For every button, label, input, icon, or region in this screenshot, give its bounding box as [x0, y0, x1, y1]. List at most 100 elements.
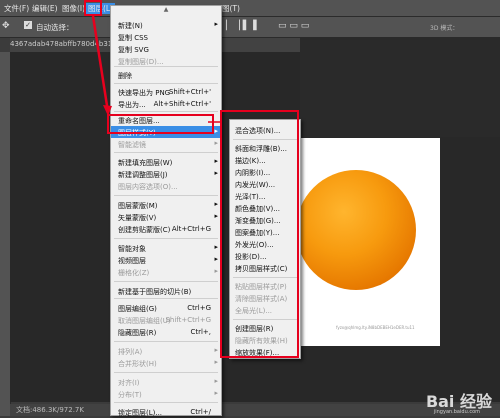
submenu-arrow-icon: ▸ [214, 169, 218, 177]
menu-item-label: 新建基于图层的切片(B) [118, 288, 192, 296]
menu-item-label: 锁定图层(L)... [118, 409, 163, 417]
menu-separator [114, 281, 218, 282]
layer-menu-item[interactable]: 复制 SVG [111, 43, 221, 55]
menu-item-label: 图层内容选项(O)... [118, 183, 178, 191]
checkbox-icon[interactable]: ✓ [24, 21, 32, 29]
3d-mode-label: 3D 模式： [430, 25, 459, 32]
menu-item-shortcut: Alt+Ctrl+G [171, 225, 211, 233]
menu-item-label: 栅格化(Z) [118, 269, 150, 277]
layer-menu-item[interactable]: 快速导出为 PNG Shift+Ctrl+' [111, 86, 221, 98]
menu-text[interactable]: 图(T) [222, 3, 240, 14]
menu-file[interactable]: 文件(F) [4, 3, 29, 14]
move-tool-icon[interactable]: ✥ [2, 21, 10, 31]
layer-menu-item[interactable]: 图层编组(G) Ctrl+G [111, 302, 221, 314]
layer-menu-item[interactable]: 新建(N) ▸ [111, 19, 221, 31]
menu-item-label: 对齐(I) [118, 379, 140, 387]
layer-menu-item[interactable]: 图层内容选项(O)... [111, 180, 221, 192]
submenu-arrow-icon: ▸ [214, 157, 218, 165]
submenu-arrow-icon: ▸ [214, 243, 218, 251]
menu-item-shortcut: Shift+Ctrl+G [165, 316, 211, 324]
submenu-arrow-icon: ▸ [214, 20, 218, 28]
submenu-arrow-icon: ▸ [214, 200, 218, 208]
menu-item-label: 导出为... [118, 101, 146, 109]
menu-item-label: 新建调整图层(J) [118, 171, 168, 179]
menu-item-label: 分布(T) [118, 391, 142, 399]
menu-bar: 文件(F) 编辑(E) 图像(I) 图层(L) 图(T) [0, 0, 500, 17]
layer-menu-item[interactable]: 删除 [111, 69, 221, 81]
layer-menu-item[interactable]: 创建剪贴蒙版(C) Alt+Ctrl+G [111, 223, 221, 235]
canvas-dark-region [300, 37, 500, 137]
options-bar: ✥ ✓ 自动选择： ▏▕ ▌▐ ▭ ▭ ▭ 3D 模式： [0, 17, 500, 38]
layer-menu-item[interactable]: 复制 CSS [111, 31, 221, 43]
menu-separator [114, 238, 218, 239]
layer-menu-item[interactable]: 排列(A) ▸ [111, 345, 221, 357]
menu-separator [114, 195, 218, 196]
submenu-arrow-icon: ▸ [214, 212, 218, 220]
annotation-box-layer-style [107, 114, 214, 134]
menu-item-label: 创建剪贴蒙版(C) [118, 226, 171, 234]
layer-menu-item[interactable]: 视频图层 ▸ [111, 254, 221, 266]
align-icons[interactable]: ▏▕ ▌▐ [226, 21, 257, 31]
menu-item-label: 隐藏图层(R) [118, 329, 157, 337]
layer-menu-item[interactable]: 取消图层编组(U) Shift+Ctrl+G [111, 314, 221, 326]
menu-item-label: 合并形状(H) [118, 360, 157, 368]
menu-item-label: 智能滤镜 [118, 141, 146, 149]
annotation-box-menu-layer [84, 0, 102, 16]
layer-menu-item[interactable]: 智能对象 ▸ [111, 242, 221, 254]
menu-item-shortcut: Ctrl+, [190, 328, 211, 336]
menu-image[interactable]: 图像(I) [62, 3, 85, 14]
layer-menu-item[interactable]: 合并形状(H) ▸ [111, 357, 221, 369]
menu-item-label: 排列(A) [118, 348, 143, 356]
annotation-box-submenu [220, 110, 299, 358]
menu-item-label: 复制 SVG [118, 46, 149, 54]
menu-item-label: 新建(N) [118, 22, 143, 30]
layer-menu-item[interactable]: 新建填充图层(W) ▸ [111, 156, 221, 168]
submenu-arrow-icon: ▸ [214, 267, 218, 275]
document-image: fyzx@qhlmg.lty.iN8bDEBEH1eDER.tu11 [294, 138, 440, 346]
menu-separator [114, 341, 218, 342]
menu-item-label: 复制 CSS [118, 34, 148, 42]
menu-separator [114, 298, 218, 299]
submenu-arrow-icon: ▸ [214, 346, 218, 354]
menu-item-label: 智能对象 [118, 245, 146, 253]
menu-item-label: 新建填充图层(W) [118, 159, 173, 167]
menu-item-label: 删除 [118, 72, 132, 80]
menu-separator [114, 83, 218, 84]
layer-menu-item[interactable]: 导出为... Alt+Shift+Ctrl+' [111, 98, 221, 110]
menu-item-label: 视频图层 [118, 257, 146, 265]
scroll-up-icon[interactable]: ▲ [111, 6, 221, 15]
layer-menu-item[interactable]: 锁定图层(L)... Ctrl+/ [111, 406, 221, 418]
submenu-arrow-icon: ▸ [214, 389, 218, 397]
layer-menu: ▲ 新建(N) ▸ 复制 CSS 复制 SVG 复制图层(D)... 删除 快速导出为 PN… [110, 5, 222, 418]
layer-menu-item[interactable]: 矢量蒙版(V) ▸ [111, 211, 221, 223]
layer-menu-item[interactable]: 栅格化(Z) ▸ [111, 266, 221, 278]
layer-menu-item[interactable]: 新建调整图层(J) ▸ [111, 168, 221, 180]
menu-separator [114, 66, 218, 67]
orange-image [296, 170, 416, 290]
layer-menu-item[interactable]: 隐藏图层(R) Ctrl+, [111, 326, 221, 338]
distribute-icons[interactable]: ▭ ▭ ▭ [278, 21, 309, 31]
menu-item-label: 图层编组(G) [118, 305, 157, 313]
submenu-arrow-icon: ▸ [214, 127, 218, 135]
menu-item-label: 取消图层编组(U) [118, 317, 171, 325]
image-caption: fyzx@qhlmg.lty.iN8bDEBEH1eDER.tu11 [336, 325, 415, 330]
menu-item-shortcut: Shift+Ctrl+' [168, 88, 211, 96]
menu-separator [114, 372, 218, 373]
menu-item-label: 快速导出为 PNG [118, 89, 171, 97]
menu-edit[interactable]: 编辑(E) [32, 3, 58, 14]
menu-item-shortcut: Ctrl+/ [190, 408, 211, 416]
watermark-sub: jingyan.baidu.com [433, 409, 480, 415]
layer-menu-item[interactable]: 图层蒙版(M) ▸ [111, 199, 221, 211]
layer-menu-item[interactable]: 新建基于图层的切片(B) [111, 285, 221, 297]
menu-item-shortcut: Ctrl+G [187, 304, 211, 312]
menu-separator [114, 402, 218, 403]
menu-separator [114, 111, 218, 112]
menu-item-label: 矢量蒙版(V) [118, 214, 157, 222]
layer-menu-item[interactable]: 对齐(I) ▸ [111, 376, 221, 388]
menu-item-shortcut: Alt+Shift+Ctrl+' [153, 100, 211, 108]
layer-menu-item[interactable]: 分布(T) ▸ [111, 388, 221, 400]
menu-item-label: 图层蒙版(M) [118, 202, 158, 210]
layer-menu-item[interactable]: 智能滤镜 ▸ [111, 138, 221, 150]
submenu-arrow-icon: ▸ [214, 255, 218, 263]
menu-separator [114, 152, 218, 153]
